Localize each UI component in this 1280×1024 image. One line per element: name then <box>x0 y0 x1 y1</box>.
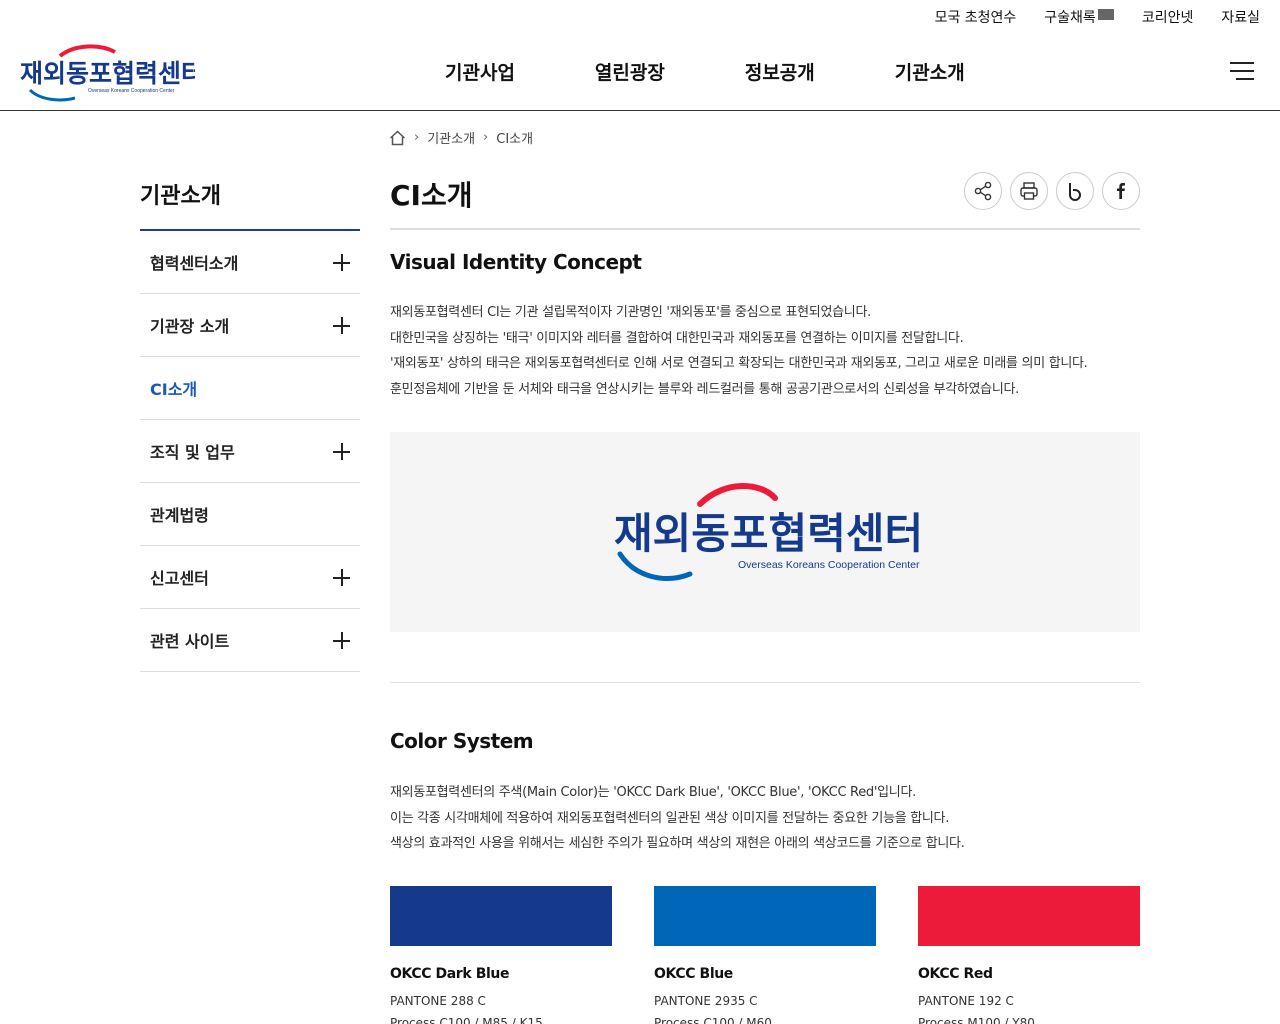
utility-link-oral-history-label: 구술채록 <box>1044 10 1096 26</box>
color-heading: Color System <box>390 729 534 753</box>
page-tools <box>964 172 1140 210</box>
ci-logo-korean: 재외동포협력센터 <box>614 510 923 557</box>
print-button[interactable] <box>1010 172 1048 210</box>
section-divider <box>390 682 1140 683</box>
sidebar-item-label: 신고센터 <box>150 569 209 588</box>
vi-line: 대한민국을 상징하는 '태극' 이미지와 레터를 결합하여 대한민국과 재외동포… <box>390 330 964 346</box>
page-title: CI소개 <box>390 179 473 212</box>
color-swatch-red: OKCC Red PANTONE 192 C Process M100 / Y8… <box>918 886 1140 1024</box>
swatch-process: Process C100 / M60 <box>654 1016 772 1024</box>
sidebar-item-label: 기관장 소개 <box>150 317 230 336</box>
facebook-share-button[interactable] <box>1102 172 1140 210</box>
color-swatch-dark-blue: OKCC Dark Blue PANTONE 288 C Process C10… <box>390 886 612 1024</box>
chevron-right-icon: › <box>483 130 489 145</box>
plus-icon <box>333 316 350 334</box>
color-line: 색상의 효과적인 사용을 위해서는 세심한 주의가 필요하며 색상의 재현은 아… <box>390 836 965 851</box>
breadcrumb-item-about[interactable]: 기관소개 <box>427 128 475 147</box>
sidebar-title: 기관소개 <box>140 184 221 209</box>
plus-icon <box>333 253 350 271</box>
site-header: 재외동포협력센터 Overseas Koreans Cooperation Ce… <box>0 34 1280 111</box>
sidebar-item-organization[interactable]: 조직 및 업무 <box>140 420 360 483</box>
sidebar-item-director[interactable]: 기관장 소개 <box>140 294 360 357</box>
plus-icon <box>333 568 350 586</box>
site-logo[interactable]: 재외동포협력센터 Overseas Koreans Cooperation Ce… <box>20 42 195 102</box>
ci-logo-panel: 재외동포협력센터 Overseas Koreans Cooperation Ce… <box>390 432 1140 632</box>
breadcrumb: › 기관소개 › CI소개 <box>389 128 533 147</box>
sidebar-item-center-intro[interactable]: 협력센터소개 <box>140 231 360 294</box>
share-button[interactable] <box>964 172 1002 210</box>
vi-line: '재외동포' 상하의 태극은 재외동포협력센터로 인해 서로 연결되고 확장되는… <box>390 356 1088 371</box>
breadcrumb-item-current: CI소개 <box>496 132 534 147</box>
sidebar-menu: 협력센터소개 기관장 소개 CI소개 조직 및 업무 관계법령 신고센터 관련 … <box>140 229 360 672</box>
facebook-icon <box>1117 183 1125 199</box>
sidebar-item-ci[interactable]: CI소개 <box>140 357 360 420</box>
vi-line: 훈민정음체에 기반을 둔 서체와 태극을 연상시키는 블루와 레드컬러를 통해 … <box>390 381 1019 397</box>
swatch-name: OKCC Blue <box>654 966 733 982</box>
color-line: 재외동포협력센터의 주색(Main Color)는 'OKCC Dark Blu… <box>390 785 916 800</box>
color-chip <box>390 886 612 946</box>
utility-bar: 모국 초청연수 구술채록 코리안넷 자료실 <box>935 0 1260 34</box>
swatch-name: OKCC Dark Blue <box>390 966 510 982</box>
sidebar-item-report[interactable]: 신고센터 <box>140 546 360 609</box>
blog-share-button[interactable] <box>1056 172 1094 210</box>
swatch-pantone: PANTONE 2935 C <box>654 994 758 1008</box>
logo-korean: 재외동포협력센터 <box>20 60 195 88</box>
sidebar-item-related-sites[interactable]: 관련 사이트 <box>140 609 360 672</box>
color-swatch-blue: OKCC Blue PANTONE 2935 C Process C100 / … <box>654 886 876 1024</box>
sidebar-item-label: 관계법령 <box>150 506 209 525</box>
swatch-name: OKCC Red <box>918 966 993 982</box>
utility-link-training[interactable]: 모국 초청연수 <box>935 7 1017 27</box>
vi-heading: Visual Identity Concept <box>390 250 642 274</box>
ci-logo-image: 재외동포협력센터 Overseas Koreans Cooperation Ce… <box>614 483 923 581</box>
utility-link-koreannet[interactable]: 코리안넷 <box>1142 7 1194 27</box>
blog-icon <box>1069 183 1081 201</box>
share-icon <box>974 181 992 201</box>
print-icon <box>1020 182 1038 200</box>
utility-link-archive[interactable]: 자료실 <box>1221 7 1260 27</box>
swatch-pantone: PANTONE 192 C <box>918 994 1014 1008</box>
vi-description: 재외동포협력센터 CI는 기관 설립목적이자 기관명인 '재외동포'를 중심으로… <box>390 300 1140 402</box>
hamburger-menu-icon[interactable] <box>1230 62 1254 82</box>
sidebar-item-label: 조직 및 업무 <box>150 443 235 462</box>
color-description: 재외동포협력센터의 주색(Main Color)는 'OKCC Dark Blu… <box>390 780 1140 857</box>
main-nav: 기관사업 열린광장 정보공개 기관소개 <box>445 58 965 85</box>
ci-logo-english: Overseas Koreans Cooperation Center <box>738 559 920 571</box>
new-badge-icon <box>1097 9 1114 20</box>
sidebar-item-label: CI소개 <box>150 380 198 399</box>
home-icon[interactable] <box>389 129 406 146</box>
nav-open-forum[interactable]: 열린광장 <box>595 58 665 85</box>
sidebar-item-label: 협력센터소개 <box>150 254 239 273</box>
plus-icon <box>333 631 350 649</box>
color-line: 이는 각종 시각매체에 적용하여 재외동포협력센터의 일관된 색상 이미지를 전… <box>390 810 950 826</box>
vi-line: 재외동포협력센터 CI는 기관 설립목적이자 기관명인 '재외동포'를 중심으로… <box>390 305 871 320</box>
nav-business[interactable]: 기관사업 <box>445 58 515 85</box>
color-chip <box>918 886 1140 946</box>
plus-icon <box>333 442 350 460</box>
swatch-pantone: PANTONE 288 C <box>390 994 486 1008</box>
sidebar-item-laws[interactable]: 관계법령 <box>140 483 360 546</box>
utility-link-oral-history[interactable]: 구술채록 <box>1044 7 1114 27</box>
chevron-right-icon: › <box>414 130 420 145</box>
logo-english: Overseas Koreans Cooperation Center <box>88 88 175 94</box>
swatch-process: Process M100 / Y80 <box>918 1016 1035 1024</box>
nav-about[interactable]: 기관소개 <box>895 58 965 85</box>
swatch-process: Process C100 / M85 / K15 <box>390 1016 543 1024</box>
sidebar-item-label: 관련 사이트 <box>150 632 230 651</box>
nav-disclosure[interactable]: 정보공개 <box>745 58 815 85</box>
title-divider <box>390 228 1140 230</box>
color-chip <box>654 886 876 946</box>
